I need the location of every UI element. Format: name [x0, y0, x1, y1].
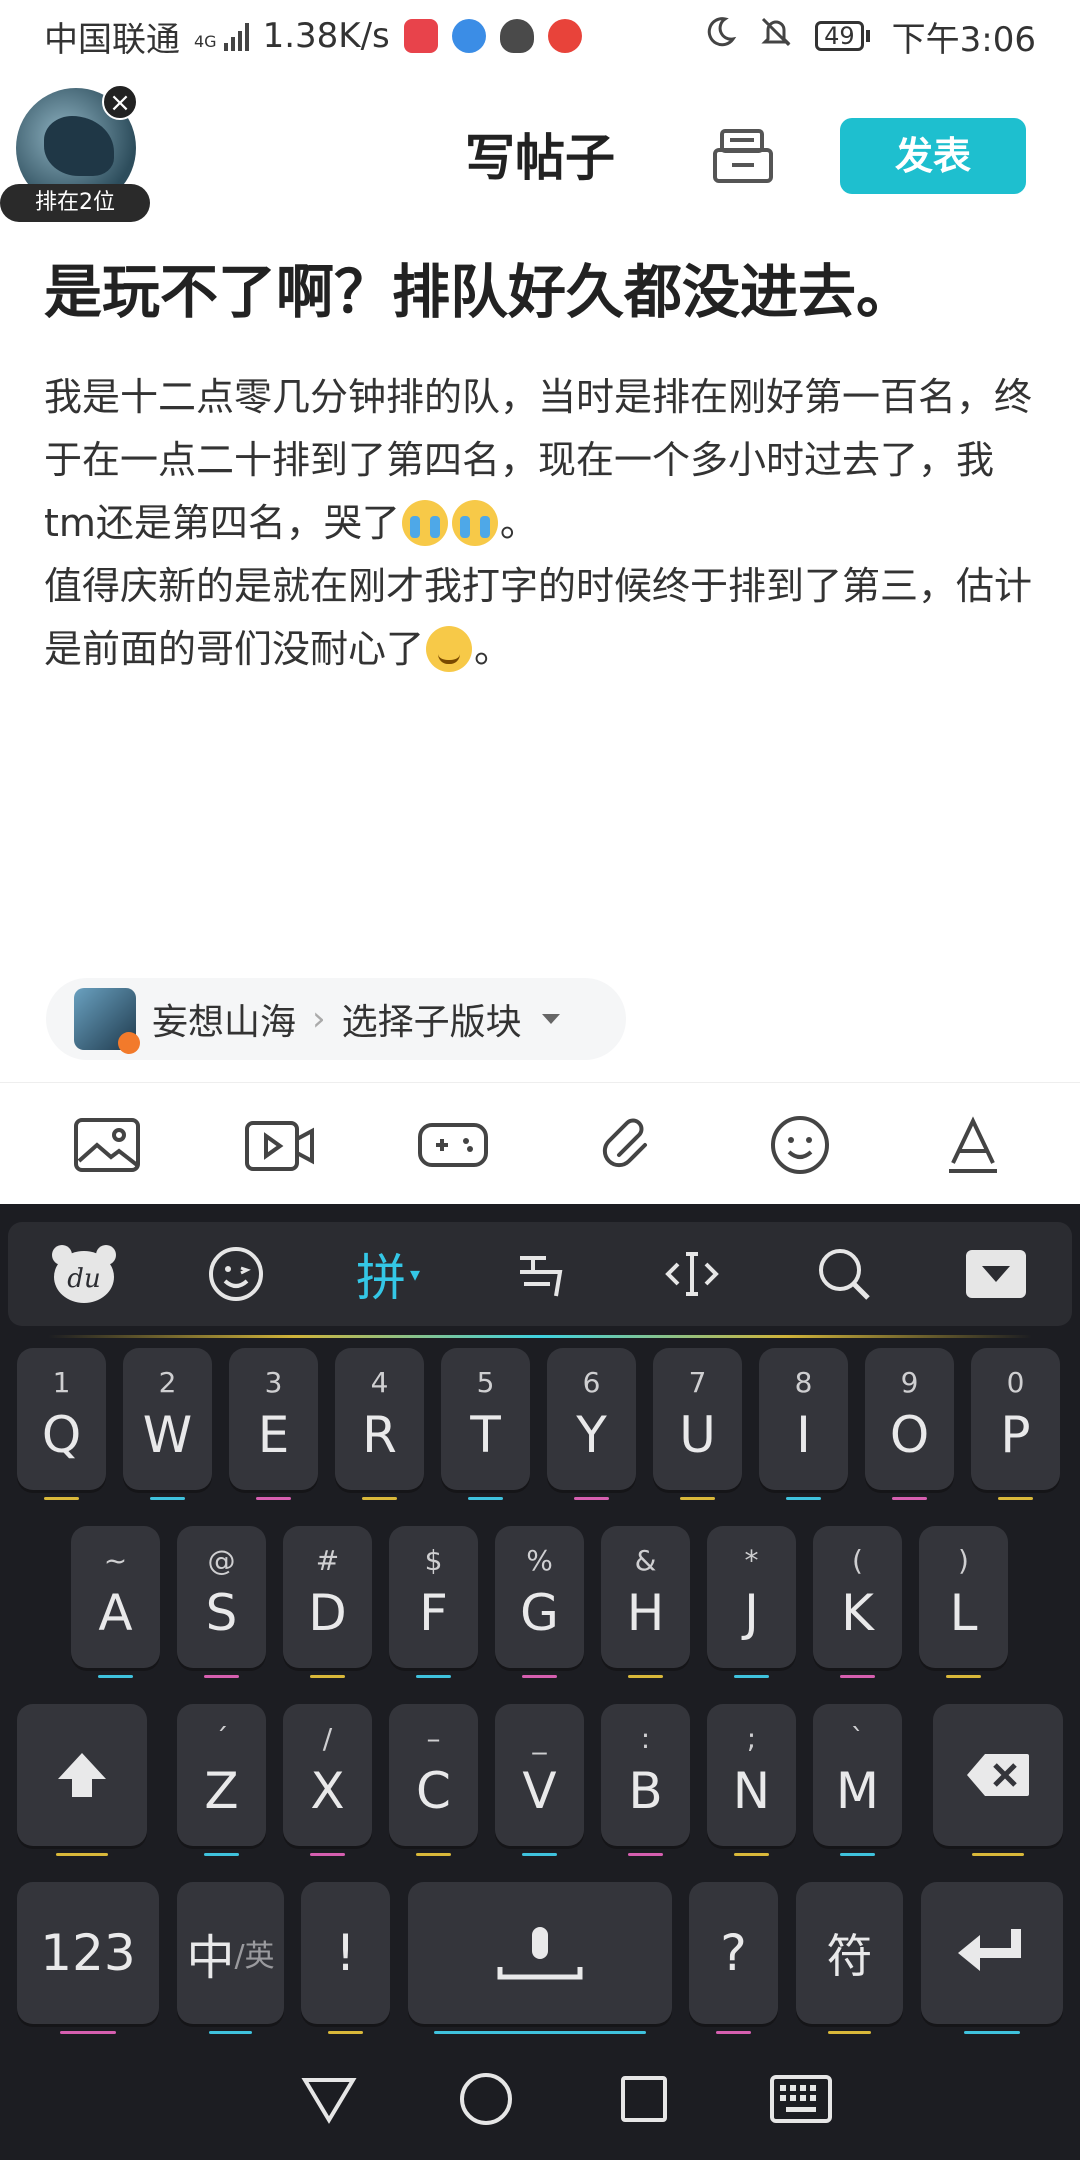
key-i[interactable]: 8I [759, 1348, 848, 1500]
caret-down-icon [541, 1014, 560, 1024]
network-speed: 1.38K/s [262, 16, 390, 56]
signal-icon: 4G [194, 21, 249, 51]
baidu-input-logo-icon[interactable]: du [44, 1234, 124, 1314]
baidu-icon [451, 19, 486, 53]
key-e[interactable]: 3E [229, 1348, 318, 1500]
key-b[interactable]: :B [601, 1704, 690, 1856]
publish-button[interactable]: 发表 [840, 118, 1026, 194]
game-icon[interactable] [417, 1109, 489, 1181]
key-w[interactable]: 2W [123, 1348, 212, 1500]
board-selector[interactable]: 妄想山海 › 选择子版块 [46, 978, 626, 1060]
body-paragraph-2: 值得庆新的是就在刚才我打字的时候终于排到了第三，估计是前面的哥们没耐心了。 [44, 564, 1033, 672]
lang-sub-label: /英 [234, 1939, 275, 1974]
system-navigation-bar [0, 2038, 1080, 2160]
smirk-emoji-icon [426, 626, 473, 672]
backspace-key[interactable] [933, 1704, 1063, 1856]
home-icon[interactable] [451, 2064, 521, 2134]
logo-text: du [67, 1264, 100, 1294]
key-s[interactable]: @ S [177, 1526, 266, 1678]
key-u[interactable]: 7U [653, 1348, 742, 1500]
emoji-icon[interactable] [764, 1109, 836, 1181]
carrier-label: 中国联通 [44, 19, 180, 60]
shift-icon [17, 1704, 147, 1846]
key-k[interactable]: (K [813, 1526, 902, 1678]
keyboard-emoji-icon[interactable] [196, 1234, 276, 1314]
header: × 排在2位 写帖子 发表 [0, 80, 1080, 230]
crying-emoji-icon [451, 500, 498, 546]
recents-icon[interactable] [609, 2064, 679, 2134]
huawei-store-icon [403, 19, 438, 53]
symbols-key[interactable]: 符 [796, 1882, 903, 2034]
key-z[interactable]: ´ Z [177, 1704, 266, 1856]
key-h[interactable]: & H [601, 1526, 690, 1678]
image-icon[interactable] [71, 1109, 143, 1181]
key-o[interactable]: 9O [865, 1348, 954, 1500]
board-name: 妄想山海 [152, 1002, 297, 1043]
pinyin-label: 拼 [355, 1249, 406, 1307]
shift-key[interactable] [17, 1704, 147, 1856]
back-icon[interactable] [294, 2064, 364, 2134]
key-p[interactable]: 0P [971, 1348, 1060, 1500]
key-g[interactable]: % G [495, 1526, 584, 1678]
key-r[interactable]: 4R [335, 1348, 424, 1500]
dropdown-caret-icon: ▾ [409, 1262, 421, 1286]
do-not-disturb-icon [703, 15, 737, 58]
chevron-right-icon: › [312, 999, 326, 1039]
post-title-input[interactable]: 是玩不了啊？排队好久都没进去。 [44, 252, 1054, 332]
key-d[interactable]: # D [283, 1526, 372, 1678]
soft-keyboard: du 拼 ▾ 1Q 2W 3E 4R 5T 6Y 7U 8I 9O 0P ~ A… [0, 1204, 1080, 2038]
search-icon[interactable] [804, 1234, 884, 1314]
backspace-icon [933, 1704, 1063, 1846]
cursor-move-icon[interactable] [652, 1234, 732, 1314]
battery-level: 49 [815, 21, 864, 51]
numbers-key[interactable]: 123 [17, 1882, 159, 2034]
key-m[interactable]: ` M [813, 1704, 902, 1856]
network-type: 4G [194, 32, 217, 51]
subboard-selector[interactable]: 选择子版块 [342, 993, 522, 1045]
key-a[interactable]: ~ A [71, 1526, 160, 1678]
key-q[interactable]: 1Q [17, 1348, 106, 1500]
hide-keyboard-icon[interactable] [956, 1234, 1036, 1314]
enter-icon [921, 1882, 1063, 2024]
close-icon[interactable]: × [102, 84, 138, 120]
key-v[interactable]: _ V [495, 1704, 584, 1856]
key-x[interactable]: / X [283, 1704, 372, 1856]
qq-icon [499, 19, 534, 53]
question-key[interactable]: ? [689, 1882, 778, 2034]
status-bar: 中国联通 4G 1.38K/s 49 下午3:06 [0, 0, 1080, 72]
key-n[interactable]: ; N [707, 1704, 796, 1856]
pinyin-mode-button[interactable]: 拼 ▾ [348, 1234, 428, 1314]
board-icon [74, 988, 140, 1054]
key-t[interactable]: 5T [441, 1348, 530, 1500]
key-l[interactable]: ) L [919, 1526, 1008, 1678]
link-icon[interactable] [591, 1109, 663, 1181]
space-voice-key[interactable] [408, 1882, 672, 2034]
crying-emoji-icon [401, 500, 448, 546]
key-y[interactable]: 6Y [547, 1348, 636, 1500]
body-paragraph-1: 我是十二点零几分钟排的队，当时是排在刚好第一百名，终于在一点二十排到了第四名，现… [44, 375, 1033, 546]
handwriting-icon[interactable] [500, 1234, 580, 1314]
key-j[interactable]: * J [707, 1526, 796, 1678]
key-c[interactable]: – C [389, 1704, 478, 1856]
text-format-icon[interactable] [937, 1109, 1009, 1181]
mute-icon [759, 15, 793, 58]
key-f[interactable]: $ F [389, 1526, 478, 1678]
editor-toolbar [0, 1082, 1080, 1206]
enter-key[interactable] [921, 1882, 1063, 2034]
keyboard-switch-icon[interactable] [766, 2064, 836, 2134]
video-icon[interactable] [244, 1109, 316, 1181]
exclamation-key[interactable]: ! [301, 1882, 390, 2034]
post-body-input[interactable]: 我是十二点零几分钟排的队，当时是排在刚好第一百名，终于在一点二十排到了第四名，现… [44, 366, 1044, 681]
weibo-icon [547, 19, 582, 53]
battery-icon: 49 [815, 21, 870, 51]
drafts-icon[interactable] [712, 128, 774, 184]
language-switch-key[interactable]: 中/英 [177, 1882, 284, 2034]
clock: 下午3:06 [891, 19, 1036, 60]
keyboard-toolbar: du 拼 ▾ [8, 1222, 1072, 1338]
microphone-icon [408, 1882, 672, 2024]
lang-main-label: 中 [186, 1930, 235, 1986]
